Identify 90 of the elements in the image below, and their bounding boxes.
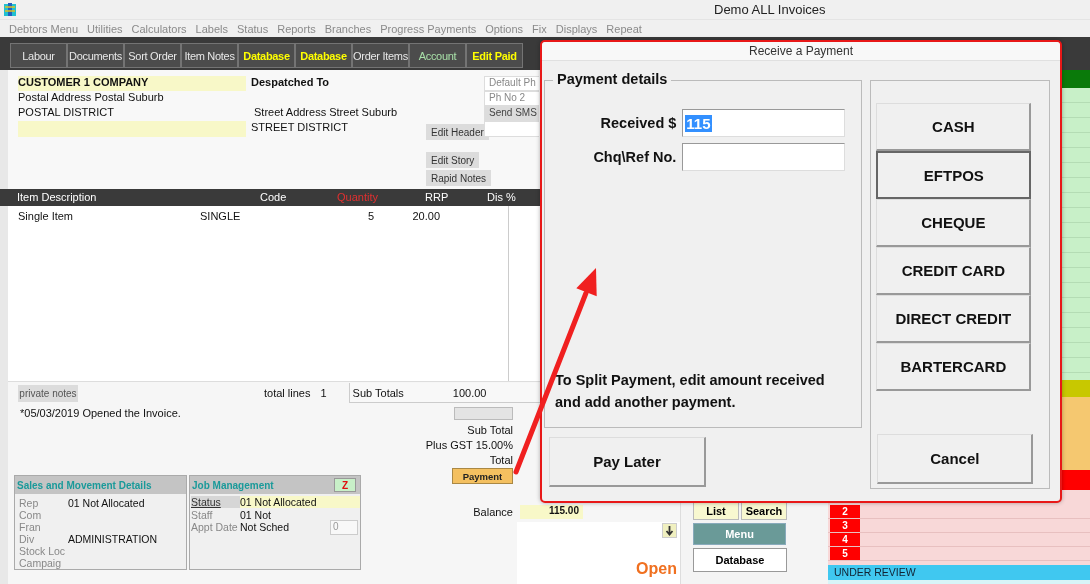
summary-label: Plus GST 15.00% (424, 438, 513, 451)
appointment-count-field: 0 (330, 519, 358, 535)
total-lines-label: total lines (264, 387, 311, 399)
field-value: 01 Not Allocated (68, 497, 146, 509)
field-label: Com (19, 509, 43, 521)
toolbar-tab[interactable]: Sort Order (124, 43, 181, 68)
payment-method-button[interactable]: CREDIT CARD (876, 247, 1032, 295)
street-district: STREET DISTRICT (251, 121, 349, 135)
table-cell-text: SINGLE (200, 210, 242, 223)
blank-button[interactable] (454, 406, 513, 420)
z-button[interactable]: Z (334, 478, 356, 492)
toolbar-tab[interactable]: Account (409, 43, 466, 68)
status-row[interactable]: 2 (828, 505, 1090, 519)
payment-button[interactable]: Payment (452, 468, 513, 484)
table-cell-text: 20.00 (411, 210, 440, 223)
edit-story-button[interactable]: Edit Story (426, 152, 480, 168)
status-label: Open (636, 560, 677, 578)
column-header: Code (260, 191, 288, 204)
column-header: Quantity (337, 191, 379, 204)
status-bar: UNDER REVIEW (828, 565, 1090, 580)
status-row[interactable]: 5 (828, 547, 1090, 561)
postal-district: POSTAL DISTRICT (18, 106, 115, 120)
payment-method-button[interactable]: BARTERCARD (876, 343, 1032, 391)
row-number: 5 (830, 547, 860, 560)
toolbar-tab[interactable]: Labour (10, 43, 67, 68)
field-label: Div (19, 533, 36, 545)
field-label: Chq\Ref No. (593, 149, 677, 165)
field-value: ADMINISTRATION (68, 533, 159, 545)
payment-method-button[interactable]: EFTPOS (876, 151, 1032, 199)
log-entry: *05/03/2019 Opened the Invoice. (19, 407, 182, 419)
phone-button[interactable]: Send SMS (484, 106, 539, 121)
toolbar-tab[interactable]: Edit Paid (466, 43, 523, 68)
field-label: Stock Loc (19, 545, 67, 557)
phone-field[interactable] (484, 121, 539, 137)
customer-name: CUSTOMER 1 COMPANY (18, 76, 246, 91)
row-number: 4 (830, 533, 860, 546)
sub-totals-label: Sub Totals (352, 386, 404, 399)
field-label: Staff (191, 508, 214, 521)
input-field[interactable] (682, 143, 846, 171)
toolbar-tab[interactable]: Database (238, 43, 295, 68)
payment-method-button[interactable]: CASH (876, 103, 1032, 151)
despatch-heading: Despatched To (251, 76, 331, 90)
postal-address: Postal Address Postal Suburb (18, 91, 165, 105)
column-header: RRP (425, 191, 450, 204)
summary-label: Total (488, 454, 513, 466)
group-title: Payment details (553, 71, 672, 87)
toolbar-tab[interactable]: Item Notes (181, 43, 238, 68)
balance-value: 115.00 (520, 505, 583, 519)
street-address: Street Address Street Suburb (253, 106, 399, 120)
table-cell-text: 5 (366, 210, 374, 223)
status-row[interactable]: 4 (828, 533, 1090, 547)
field-value: 01 Not Allocated (240, 496, 360, 509)
rapid-notes-button[interactable]: Rapid Notes (426, 170, 492, 186)
panel-title: Job Management (192, 479, 274, 491)
sub-totals-value: 100.00 (452, 386, 487, 399)
row-number: 3 (830, 519, 860, 532)
row-number: 2 (830, 505, 860, 518)
table-cell-text: Single Item (18, 210, 75, 223)
toolbar-tab[interactable]: Database (295, 43, 352, 68)
column-header: Dis % (487, 191, 517, 204)
field-label: Received $ (600, 115, 677, 131)
toolbar-tab[interactable]: Documents (67, 43, 124, 68)
payment-method-button[interactable]: CHEQUE (876, 199, 1032, 247)
phone-button[interactable]: Ph No 2 (484, 91, 539, 106)
field-label: Rep (19, 497, 40, 509)
total-lines-value: 1 (320, 387, 327, 399)
panel-title: Sales and Movement Details (17, 479, 152, 491)
payment-method-button[interactable]: DIRECT CREDIT (876, 295, 1032, 343)
edit-header-button[interactable]: Edit Header (426, 124, 489, 140)
cancel-button[interactable]: Cancel (877, 434, 1034, 484)
database-button[interactable]: Database (693, 548, 787, 572)
balance-label: Balance (472, 506, 513, 518)
field-label: Status (191, 496, 240, 509)
toolbar-tab[interactable]: Order Items (352, 43, 409, 68)
private-notes-button[interactable]: private notes (18, 384, 78, 402)
field-value: 01 Not (240, 508, 272, 521)
instruction-text: To Split Payment, edit amount received and add another payment. (554, 371, 826, 412)
status-row[interactable]: 3 (828, 519, 1090, 533)
dialog-title: Receive a Payment (542, 42, 1060, 61)
pay-later-button[interactable]: Pay Later (549, 437, 706, 487)
down-arrow-icon[interactable] (662, 523, 677, 538)
phone-button[interactable]: Default Ph (484, 76, 539, 91)
field-value: Not Sched (240, 521, 291, 534)
summary-label: Sub Total (466, 423, 513, 436)
field-label: Appt Date (191, 521, 239, 534)
column-header: Item Description (17, 191, 98, 204)
field-label: Campaig (19, 557, 63, 569)
field-label: Fran (19, 521, 42, 533)
window-title: Demo ALL Invoices (714, 2, 826, 18)
app-icon (4, 2, 16, 17)
